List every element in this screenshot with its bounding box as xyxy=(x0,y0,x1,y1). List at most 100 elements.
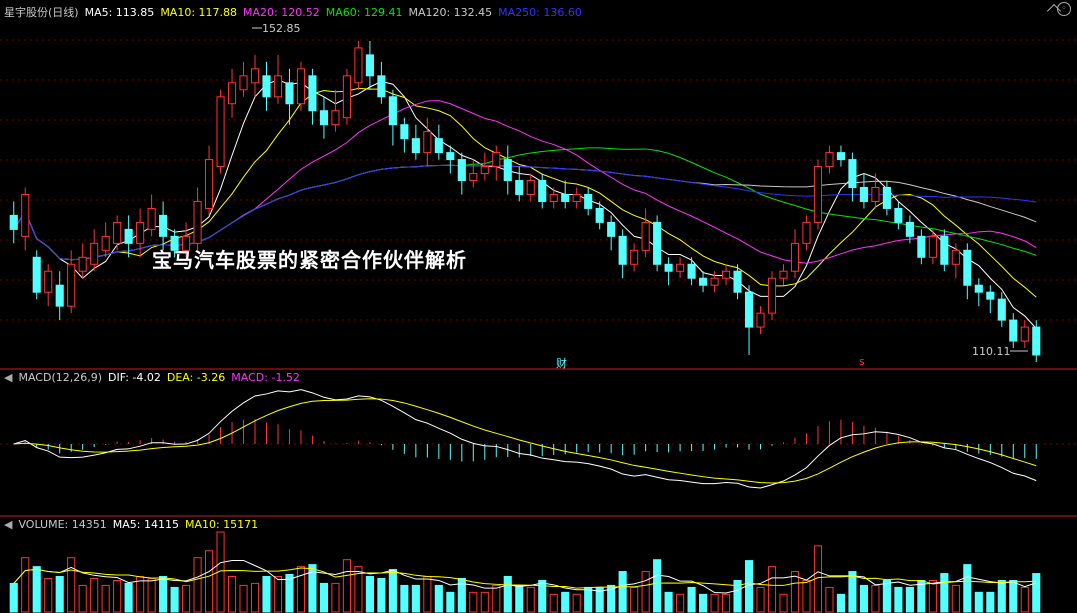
volume-bar xyxy=(44,577,53,613)
volume-legend: ◀ VOLUME: 14351 MA5: 14115 MA10: 15171 xyxy=(4,518,258,531)
candle-body xyxy=(653,221,662,265)
volume-bar xyxy=(515,584,524,613)
finance-badge[interactable]: 财 xyxy=(556,355,567,371)
volume-bar xyxy=(963,564,972,613)
macd-dea: DEA: -3.26 xyxy=(166,371,226,384)
volume-bar xyxy=(859,584,868,613)
candle-body xyxy=(940,235,949,265)
candle-body xyxy=(1032,326,1041,356)
volume-bar xyxy=(182,584,191,613)
candle-body xyxy=(400,124,409,140)
volume-bar xyxy=(1032,573,1041,613)
dea-line xyxy=(13,398,1037,484)
overlay-caption: 宝马汽车股票的紧密合作伙伴解析 xyxy=(152,248,467,272)
ma20-legend: MA20: 120.52 xyxy=(243,5,320,19)
candle-body xyxy=(515,180,524,195)
candle-body xyxy=(687,263,696,279)
volume-bar xyxy=(400,584,409,613)
candle-body xyxy=(308,75,317,112)
volume-bar xyxy=(423,575,432,613)
macd-dif: DIF: -4.02 xyxy=(108,371,161,384)
volume-bar xyxy=(124,582,133,613)
candle-body xyxy=(124,228,133,244)
candle-body xyxy=(963,249,972,286)
volume-settings-icon[interactable]: ◀ xyxy=(4,518,12,531)
s-badge[interactable]: s xyxy=(859,355,865,368)
candle-body xyxy=(664,263,673,272)
volume-bar xyxy=(480,591,489,613)
macd-value: MACD: -1.52 xyxy=(231,371,300,384)
volume-bar xyxy=(136,575,145,613)
volume-bar xyxy=(147,577,156,613)
ma20-line xyxy=(13,100,1037,264)
candle-body xyxy=(296,68,306,105)
candle-body xyxy=(239,75,248,91)
candle-body xyxy=(526,180,535,195)
volume-bar xyxy=(584,586,593,613)
candle-body xyxy=(951,249,960,265)
volume-name: VOLUME: 14351 xyxy=(18,518,107,531)
volume-bar xyxy=(526,586,535,613)
candle-body xyxy=(342,75,351,119)
volume-bar xyxy=(882,579,891,613)
candle-body xyxy=(894,207,903,223)
candle-body xyxy=(434,138,443,154)
candle-body xyxy=(710,277,719,286)
volume-bar xyxy=(55,575,64,613)
volume-bar xyxy=(78,584,87,613)
volume-bar xyxy=(549,593,558,613)
volume-bar xyxy=(572,593,581,613)
candle-body xyxy=(90,242,99,265)
volume-bar xyxy=(767,566,777,613)
candle-body xyxy=(595,207,604,223)
volume-bar xyxy=(664,591,673,613)
volume-bar xyxy=(848,571,857,613)
volume-bar xyxy=(170,586,179,613)
candle-body xyxy=(227,82,237,105)
candle-body xyxy=(147,207,156,230)
candle-body xyxy=(836,152,846,161)
candle-body xyxy=(250,68,260,84)
candle-body xyxy=(790,242,800,272)
candle-body xyxy=(733,270,742,293)
volume-bar xyxy=(917,579,926,613)
volume-bar xyxy=(67,557,76,613)
settings-circle-icon[interactable]: ◦ xyxy=(1057,2,1071,16)
candle-body xyxy=(699,277,708,286)
candle-body xyxy=(101,235,110,251)
candle-body xyxy=(365,54,374,77)
volume-bar xyxy=(699,593,708,613)
candle-body xyxy=(584,193,593,209)
volume-bar xyxy=(227,575,237,613)
low-price-label: 110.11 xyxy=(972,345,1011,358)
volume-bar xyxy=(32,566,41,613)
volume-bar xyxy=(193,557,202,613)
volume-bar xyxy=(836,593,846,613)
volume-bar xyxy=(90,577,99,613)
candle-body xyxy=(446,152,455,161)
candle-body xyxy=(871,187,880,202)
volume-bar xyxy=(561,591,570,613)
volume-bar xyxy=(940,573,949,613)
candle-body xyxy=(825,152,834,168)
volume-bar xyxy=(250,582,260,613)
volume-ma10: MA10: 15171 xyxy=(184,518,259,531)
volume-bar xyxy=(894,586,903,613)
volume-bar xyxy=(319,582,329,613)
candle-body xyxy=(193,200,202,244)
macd-settings-icon[interactable]: ◀ xyxy=(4,371,12,384)
volume-bar xyxy=(273,575,283,613)
volume-bar xyxy=(790,571,800,613)
candle-body xyxy=(159,214,168,237)
candle-body xyxy=(779,270,788,279)
candle-body xyxy=(285,82,294,105)
dif-line xyxy=(13,389,1037,489)
candle-body xyxy=(928,235,937,258)
candle-body xyxy=(572,193,581,202)
candle-body xyxy=(377,75,386,98)
volume-bar xyxy=(159,575,168,613)
candle-body xyxy=(273,75,283,98)
candle-body xyxy=(986,291,995,300)
candle-body xyxy=(676,263,685,272)
candle-body xyxy=(767,277,777,314)
